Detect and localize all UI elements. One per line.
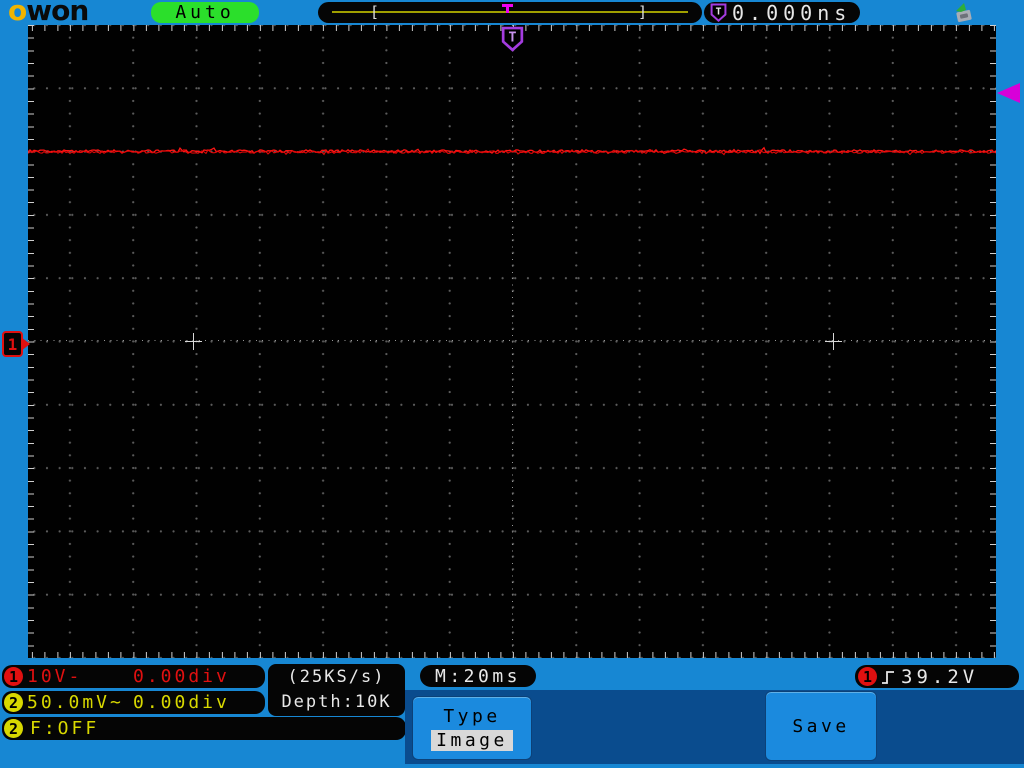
ch2-freq-badge: 2 — [4, 719, 23, 738]
trigger-shield-icon: T — [709, 3, 728, 23]
logo-won: won — [26, 0, 88, 27]
sample-rate: (25KS/s) — [288, 665, 386, 690]
ch2-freq-value: F:OFF — [30, 719, 99, 739]
usb-storage-icon — [948, 1, 976, 25]
ch1-scale: 10V- — [27, 667, 129, 687]
ch1-marker-label: 1 — [8, 335, 18, 354]
trigger-status-pill: 1 39.2V — [855, 665, 1019, 688]
logo-o: o — [8, 0, 26, 27]
memory-window-line — [332, 11, 688, 13]
ch2-offset: 0.00div — [133, 693, 230, 713]
timebase-value: M:20ms — [435, 666, 521, 687]
save-button-label: Save — [792, 716, 849, 737]
ch1-status-row: 1 10V- 0.00div — [2, 665, 265, 688]
trigger-position-marker[interactable]: T — [499, 26, 526, 53]
acquisition-info-box: (25KS/s) Depth:10K — [268, 664, 405, 716]
trigger-source-badge: 1 — [858, 667, 877, 686]
save-button[interactable]: Save — [765, 691, 877, 761]
ch2-scale: 50.0mV~ — [27, 693, 129, 713]
trigger-time-pill: T 0.000ns — [704, 2, 860, 23]
memory-depth: Depth:10K — [281, 690, 391, 715]
oscilloscope-screen: owon Auto [ ] T 0.000ns T 1 1 10V- 0.00d… — [0, 0, 1024, 768]
trigger-level-value: 39.2V — [901, 666, 978, 688]
svg-text:T: T — [715, 6, 721, 17]
trigger-time-value: 0.000ns — [732, 3, 851, 23]
svg-text:T: T — [508, 30, 516, 46]
window-bracket-right: ] — [638, 3, 647, 22]
ch1-badge: 1 — [4, 667, 23, 686]
rising-edge-icon — [880, 667, 898, 687]
trigger-position-bar: [ ] — [318, 2, 702, 23]
trigger-mode-badge: Auto — [151, 2, 259, 23]
ch1-position-marker[interactable]: 1 — [2, 331, 23, 357]
ch2-status-row: 2 50.0mV~ 0.00div — [2, 691, 265, 714]
ch2-badge: 2 — [4, 693, 23, 712]
timebase-pill: M:20ms — [420, 665, 536, 687]
ch1-waveform-trace — [28, 25, 996, 658]
type-button-value[interactable]: Image — [431, 730, 513, 751]
trigger-level-marker[interactable] — [997, 83, 1020, 103]
owon-logo: owon — [8, 0, 88, 27]
ch2-freq-row: 2 F:OFF — [2, 717, 406, 740]
soft-menu-panel: Type Image Save — [405, 690, 1024, 764]
trigger-position-t-icon — [502, 4, 513, 7]
trigger-mode-label: Auto — [175, 2, 234, 23]
window-bracket-left: [ — [370, 3, 379, 22]
type-button[interactable]: Type Image — [412, 696, 532, 760]
ch1-offset: 0.00div — [133, 667, 230, 687]
waveform-display-grid: T — [28, 25, 996, 658]
type-button-label: Type — [443, 706, 500, 727]
